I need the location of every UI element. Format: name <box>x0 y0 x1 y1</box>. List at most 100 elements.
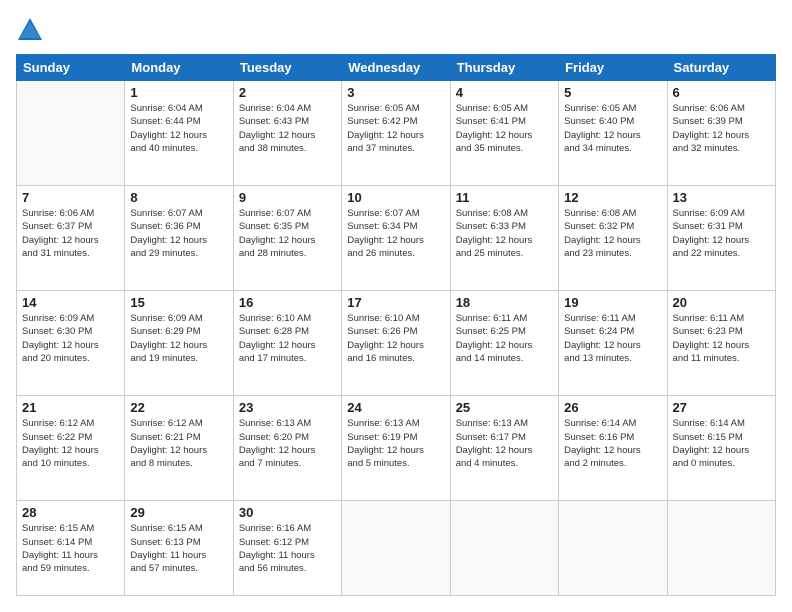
calendar-cell: 12 Sunrise: 6:08 AM Sunset: 6:32 PM Dayli… <box>559 186 667 291</box>
day-number: 2 <box>239 85 336 100</box>
day-number: 4 <box>456 85 553 100</box>
weekday-header-sunday: Sunday <box>17 55 125 81</box>
day-number: 30 <box>239 505 336 520</box>
day-info: Sunrise: 6:07 AM Sunset: 6:36 PM Dayligh… <box>130 207 227 260</box>
logo <box>16 16 48 44</box>
day-info: Sunrise: 6:05 AM Sunset: 6:40 PM Dayligh… <box>564 102 661 155</box>
weekday-header-monday: Monday <box>125 55 233 81</box>
calendar-cell: 6 Sunrise: 6:06 AM Sunset: 6:39 PM Daylig… <box>667 81 775 186</box>
day-number: 9 <box>239 190 336 205</box>
day-number: 23 <box>239 400 336 415</box>
day-number: 27 <box>673 400 770 415</box>
day-number: 10 <box>347 190 444 205</box>
calendar-cell: 17 Sunrise: 6:10 AM Sunset: 6:26 PM Dayli… <box>342 291 450 396</box>
calendar-cell: 23 Sunrise: 6:13 AM Sunset: 6:20 PM Dayli… <box>233 396 341 501</box>
day-number: 6 <box>673 85 770 100</box>
calendar-table: SundayMondayTuesdayWednesdayThursdayFrid… <box>16 54 776 596</box>
weekday-header-row: SundayMondayTuesdayWednesdayThursdayFrid… <box>17 55 776 81</box>
day-number: 3 <box>347 85 444 100</box>
calendar-cell <box>342 501 450 596</box>
day-number: 20 <box>673 295 770 310</box>
calendar-week-5: 28Sunrise: 6:15 AM Sunset: 6:14 PM Dayli… <box>17 501 776 596</box>
calendar-week-1: 1 Sunrise: 6:04 AM Sunset: 6:44 PM Daylig… <box>17 81 776 186</box>
day-number: 14 <box>22 295 119 310</box>
calendar-cell <box>667 501 775 596</box>
day-number: 5 <box>564 85 661 100</box>
day-info: Sunrise: 6:12 AM Sunset: 6:22 PM Dayligh… <box>22 417 119 470</box>
calendar-cell: 7Sunrise: 6:06 AM Sunset: 6:37 PM Daylig… <box>17 186 125 291</box>
calendar-week-4: 21 Sunrise: 6:12 AM Sunset: 6:22 PM Dayli… <box>17 396 776 501</box>
calendar-cell: 28Sunrise: 6:15 AM Sunset: 6:14 PM Dayli… <box>17 501 125 596</box>
calendar-week-3: 14 Sunrise: 6:09 AM Sunset: 6:30 PM Dayli… <box>17 291 776 396</box>
calendar-cell: 24Sunrise: 6:13 AM Sunset: 6:19 PM Dayli… <box>342 396 450 501</box>
day-info: Sunrise: 6:14 AM Sunset: 6:16 PM Dayligh… <box>564 417 661 470</box>
calendar-cell: 27 Sunrise: 6:14 AM Sunset: 6:15 PM Dayli… <box>667 396 775 501</box>
day-number: 24 <box>347 400 444 415</box>
day-info: Sunrise: 6:16 AM Sunset: 6:12 PM Dayligh… <box>239 522 336 575</box>
weekday-header-wednesday: Wednesday <box>342 55 450 81</box>
calendar-cell: 16 Sunrise: 6:10 AM Sunset: 6:28 PM Dayli… <box>233 291 341 396</box>
day-info: Sunrise: 6:08 AM Sunset: 6:33 PM Dayligh… <box>456 207 553 260</box>
day-number: 18 <box>456 295 553 310</box>
calendar-cell: 26Sunrise: 6:14 AM Sunset: 6:16 PM Dayli… <box>559 396 667 501</box>
day-info: Sunrise: 6:06 AM Sunset: 6:39 PM Dayligh… <box>673 102 770 155</box>
day-number: 28 <box>22 505 119 520</box>
day-number: 21 <box>22 400 119 415</box>
day-number: 29 <box>130 505 227 520</box>
day-number: 22 <box>130 400 227 415</box>
calendar-cell: 2Sunrise: 6:04 AM Sunset: 6:43 PM Daylig… <box>233 81 341 186</box>
calendar-cell: 30 Sunrise: 6:16 AM Sunset: 6:12 PM Dayli… <box>233 501 341 596</box>
day-number: 12 <box>564 190 661 205</box>
day-number: 17 <box>347 295 444 310</box>
day-info: Sunrise: 6:09 AM Sunset: 6:29 PM Dayligh… <box>130 312 227 365</box>
calendar-cell: 3 Sunrise: 6:05 AM Sunset: 6:42 PM Daylig… <box>342 81 450 186</box>
page: SundayMondayTuesdayWednesdayThursdayFrid… <box>0 0 792 612</box>
day-info: Sunrise: 6:13 AM Sunset: 6:17 PM Dayligh… <box>456 417 553 470</box>
day-info: Sunrise: 6:15 AM Sunset: 6:13 PM Dayligh… <box>130 522 227 575</box>
day-info: Sunrise: 6:10 AM Sunset: 6:26 PM Dayligh… <box>347 312 444 365</box>
calendar-cell: 8 Sunrise: 6:07 AM Sunset: 6:36 PM Daylig… <box>125 186 233 291</box>
day-number: 8 <box>130 190 227 205</box>
day-number: 15 <box>130 295 227 310</box>
day-info: Sunrise: 6:13 AM Sunset: 6:20 PM Dayligh… <box>239 417 336 470</box>
day-number: 19 <box>564 295 661 310</box>
calendar-cell: 9 Sunrise: 6:07 AM Sunset: 6:35 PM Daylig… <box>233 186 341 291</box>
calendar-cell: 22Sunrise: 6:12 AM Sunset: 6:21 PM Dayli… <box>125 396 233 501</box>
calendar-cell <box>17 81 125 186</box>
calendar-cell: 4 Sunrise: 6:05 AM Sunset: 6:41 PM Daylig… <box>450 81 558 186</box>
day-info: Sunrise: 6:14 AM Sunset: 6:15 PM Dayligh… <box>673 417 770 470</box>
day-info: Sunrise: 6:04 AM Sunset: 6:44 PM Dayligh… <box>130 102 227 155</box>
day-info: Sunrise: 6:05 AM Sunset: 6:41 PM Dayligh… <box>456 102 553 155</box>
calendar-cell: 21 Sunrise: 6:12 AM Sunset: 6:22 PM Dayli… <box>17 396 125 501</box>
calendar-cell: 15 Sunrise: 6:09 AM Sunset: 6:29 PM Dayli… <box>125 291 233 396</box>
day-number: 13 <box>673 190 770 205</box>
calendar-cell: 18 Sunrise: 6:11 AM Sunset: 6:25 PM Dayli… <box>450 291 558 396</box>
calendar-cell: 19 Sunrise: 6:11 AM Sunset: 6:24 PM Dayli… <box>559 291 667 396</box>
header <box>16 16 776 44</box>
day-info: Sunrise: 6:11 AM Sunset: 6:24 PM Dayligh… <box>564 312 661 365</box>
calendar-cell: 29 Sunrise: 6:15 AM Sunset: 6:13 PM Dayli… <box>125 501 233 596</box>
calendar-cell <box>450 501 558 596</box>
day-info: Sunrise: 6:07 AM Sunset: 6:35 PM Dayligh… <box>239 207 336 260</box>
logo-icon <box>16 16 44 44</box>
weekday-header-saturday: Saturday <box>667 55 775 81</box>
day-info: Sunrise: 6:11 AM Sunset: 6:25 PM Dayligh… <box>456 312 553 365</box>
calendar-cell: 14 Sunrise: 6:09 AM Sunset: 6:30 PM Dayli… <box>17 291 125 396</box>
calendar-cell: 1 Sunrise: 6:04 AM Sunset: 6:44 PM Daylig… <box>125 81 233 186</box>
calendar-cell: 13Sunrise: 6:09 AM Sunset: 6:31 PM Dayli… <box>667 186 775 291</box>
day-number: 25 <box>456 400 553 415</box>
weekday-header-tuesday: Tuesday <box>233 55 341 81</box>
day-info: Sunrise: 6:08 AM Sunset: 6:32 PM Dayligh… <box>564 207 661 260</box>
day-number: 1 <box>130 85 227 100</box>
calendar-cell: 10 Sunrise: 6:07 AM Sunset: 6:34 PM Dayli… <box>342 186 450 291</box>
day-info: Sunrise: 6:07 AM Sunset: 6:34 PM Dayligh… <box>347 207 444 260</box>
day-number: 11 <box>456 190 553 205</box>
day-info: Sunrise: 6:09 AM Sunset: 6:30 PM Dayligh… <box>22 312 119 365</box>
day-info: Sunrise: 6:05 AM Sunset: 6:42 PM Dayligh… <box>347 102 444 155</box>
day-info: Sunrise: 6:10 AM Sunset: 6:28 PM Dayligh… <box>239 312 336 365</box>
calendar-cell: 5 Sunrise: 6:05 AM Sunset: 6:40 PM Daylig… <box>559 81 667 186</box>
calendar-cell: 11 Sunrise: 6:08 AM Sunset: 6:33 PM Dayli… <box>450 186 558 291</box>
day-number: 16 <box>239 295 336 310</box>
day-number: 7 <box>22 190 119 205</box>
calendar-cell <box>559 501 667 596</box>
